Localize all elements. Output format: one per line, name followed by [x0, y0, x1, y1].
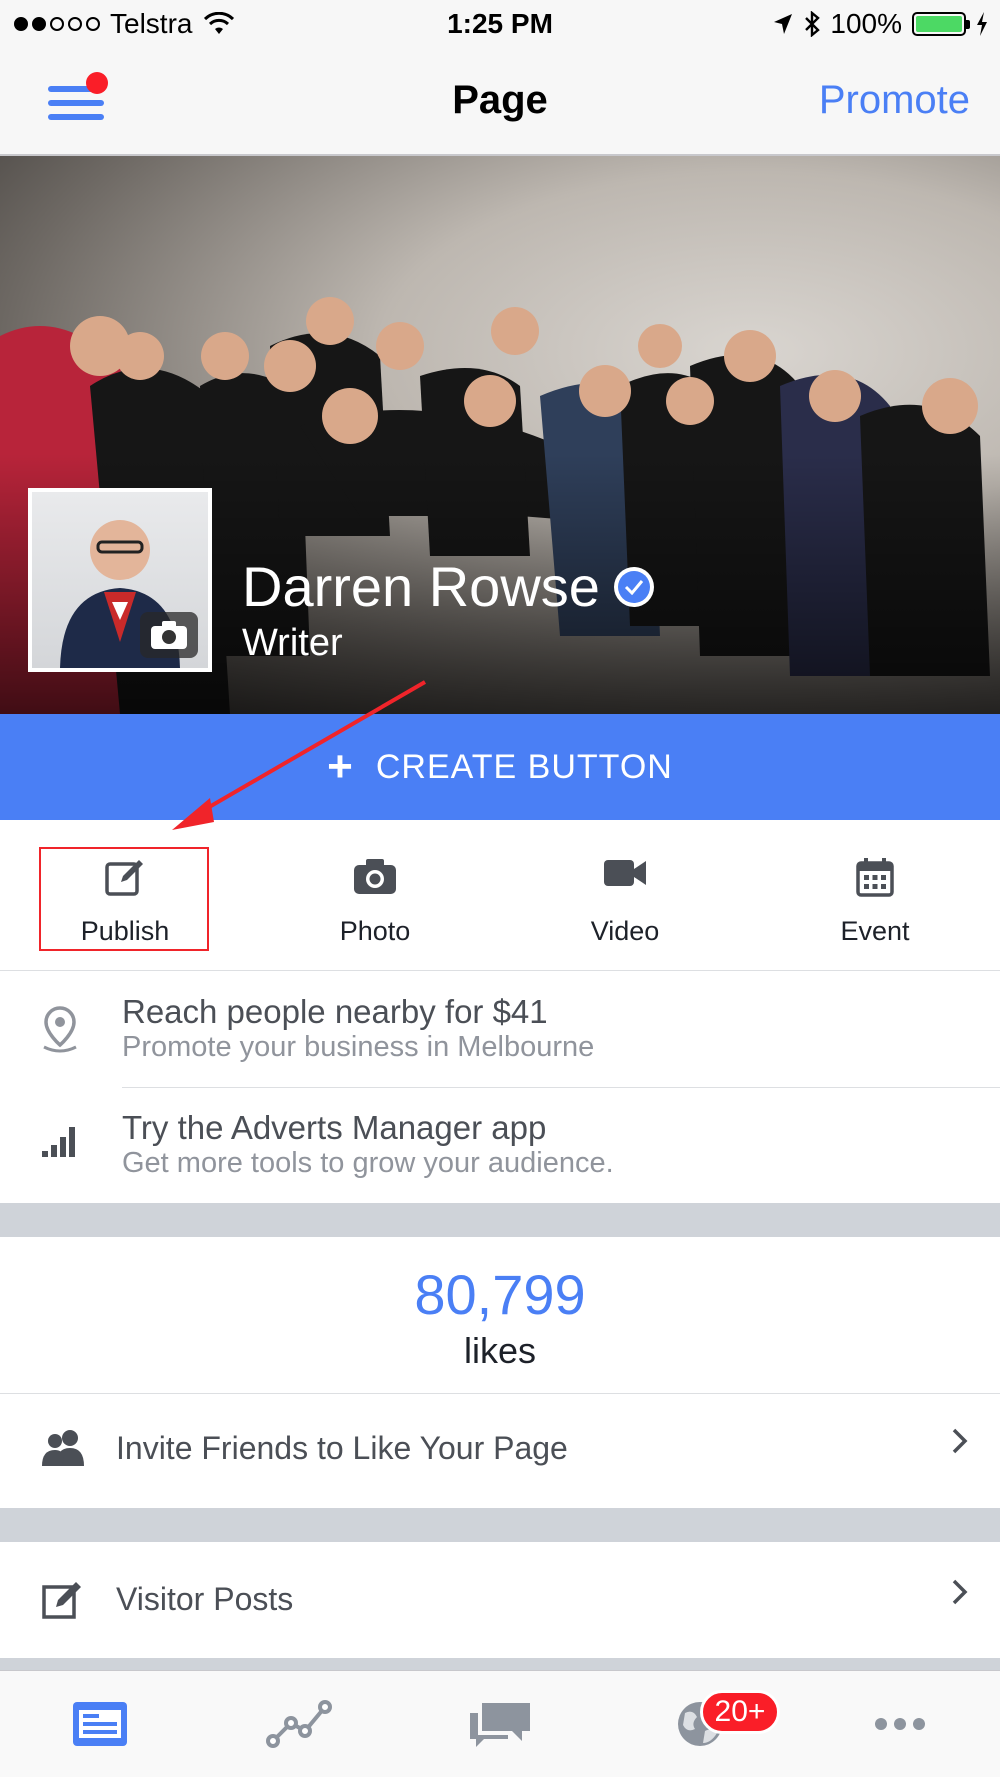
promo-reach-nearby[interactable]: Reach people nearby for $41 Promote your…	[0, 971, 1000, 1087]
tab-bar	[0, 1670, 1000, 1777]
chevron-right-icon	[950, 1577, 970, 1607]
tab-messages[interactable]	[400, 1671, 600, 1777]
status-bar: Telstra 1:25 PM 100%	[0, 0, 1000, 48]
camera-icon	[250, 856, 500, 900]
photo-action[interactable]: Photo	[250, 820, 500, 970]
event-action[interactable]: Event	[750, 820, 1000, 970]
charging-icon	[976, 12, 988, 36]
promote-button[interactable]: Promote	[819, 78, 970, 123]
promo-adverts-manager[interactable]: Try the Adverts Manager app Get more too…	[0, 1087, 1000, 1203]
friends-icon	[40, 1428, 88, 1472]
bar-chart-icon	[40, 1121, 90, 1171]
create-button[interactable]: + CREATE BUTTON	[0, 714, 1000, 820]
event-label: Event	[840, 916, 910, 946]
page-name: Darren Rowse	[242, 554, 654, 619]
likes-count[interactable]: 80,799	[0, 1262, 1000, 1327]
visitor-posts-label: Visitor Posts	[116, 1581, 294, 1617]
change-profile-photo-icon[interactable]	[140, 612, 198, 658]
page-name-text: Darren Rowse	[242, 555, 600, 618]
battery-icon	[912, 12, 970, 36]
promo-subtitle: Promote your business in Melbourne	[122, 1031, 595, 1063]
visitor-posts-row[interactable]: Visitor Posts	[0, 1547, 1000, 1655]
location-arrow-icon	[772, 12, 794, 36]
video-action[interactable]: Video	[500, 820, 750, 970]
section-gap	[0, 1658, 1000, 1670]
promo-title: Try the Adverts Manager app	[122, 1109, 547, 1146]
plus-icon: +	[327, 742, 354, 791]
insights-icon	[265, 1699, 335, 1749]
nav-bar: Page Promote	[0, 48, 1000, 156]
more-icon	[874, 1717, 926, 1731]
create-button-label: CREATE BUTTON	[375, 747, 673, 786]
notifications-badge: 20+	[700, 1690, 780, 1734]
chevron-right-icon	[950, 1426, 970, 1456]
page-tab-icon	[71, 1700, 129, 1748]
location-pin-icon	[40, 1005, 90, 1055]
tab-more[interactable]	[800, 1671, 1000, 1777]
annotation-highlight-box	[39, 847, 209, 951]
photo-label: Photo	[339, 916, 411, 946]
video-label: Video	[590, 916, 660, 946]
page-category: Writer	[242, 622, 343, 664]
video-icon	[500, 856, 750, 900]
verified-badge-icon	[613, 566, 654, 607]
divider	[0, 1393, 1000, 1394]
cover-photo[interactable]: Darren Rowse Writer	[0, 156, 1000, 714]
promo-title: Reach people nearby for $41	[122, 993, 548, 1030]
likes-label: likes	[463, 1330, 537, 1371]
tab-insights[interactable]	[200, 1671, 400, 1777]
section-gap	[0, 1203, 1000, 1237]
invite-friends-row[interactable]: Invite Friends to Like Your Page	[0, 1396, 1000, 1504]
edit-box-icon	[40, 1579, 88, 1623]
section-gap	[0, 1508, 1000, 1542]
profile-picture[interactable]	[28, 488, 212, 672]
promo-subtitle: Get more tools to grow your audience.	[122, 1147, 614, 1179]
tab-page[interactable]	[0, 1671, 200, 1777]
battery-percent: 100%	[830, 8, 902, 39]
calendar-icon	[750, 856, 1000, 900]
invite-friends-label: Invite Friends to Like Your Page	[116, 1430, 568, 1466]
messages-icon	[468, 1699, 532, 1749]
bluetooth-icon	[804, 11, 821, 37]
